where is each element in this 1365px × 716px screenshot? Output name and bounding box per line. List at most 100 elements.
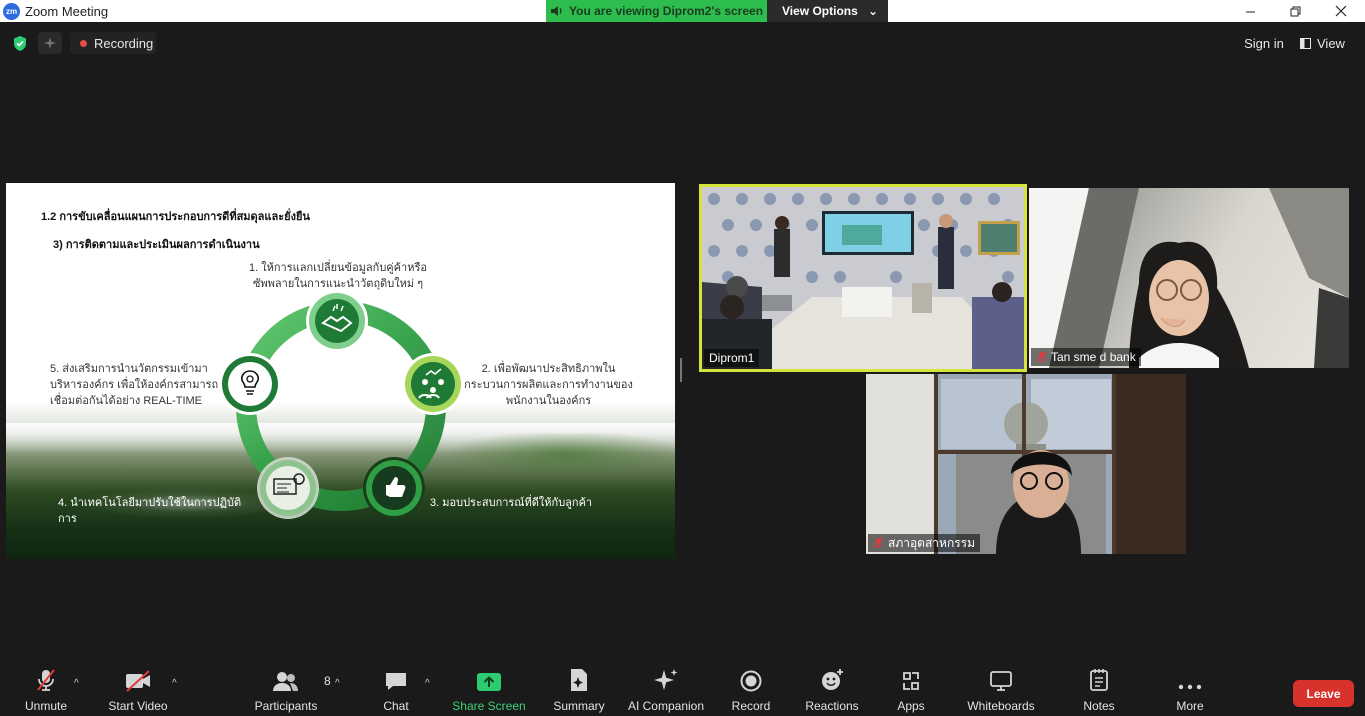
mic-muted-icon [873, 537, 884, 549]
conference-room-video [702, 187, 1024, 369]
slide-subheading: 3) การติดตามและประเมินผลการดำเนินงาน [53, 239, 260, 251]
slide-item-5-line1: 5. ส่งเสริมการนำนวัตกรรมเข้ามา [50, 363, 208, 375]
summary-icon [571, 669, 587, 691]
thumbs-up-icon [363, 457, 425, 519]
reactions-icon [822, 669, 843, 690]
summary-button[interactable]: Summary [550, 664, 608, 716]
shared-screen-slide: 1.2 การขับเคลื่อนแผนการประกอบการดีที่สมด… [6, 183, 675, 559]
view-options-button[interactable]: View Options ⌄ [767, 0, 888, 22]
slide-item-3: 3. มอบประสบการณ์ที่ดีให้กับลูกค้า [430, 495, 600, 511]
restore-icon [1290, 6, 1300, 16]
innovation-bulb-icon [219, 353, 281, 415]
chat-button[interactable]: Chat [372, 664, 420, 716]
participants-label: Participants [254, 699, 318, 713]
video-tile-tan-sme-d-bank[interactable]: Tan sme d bank [1029, 188, 1349, 368]
slide-item-5-line3: เชื่อมต่อกันได้อย่าง REAL-TIME [50, 395, 203, 407]
unmute-label: Unmute [24, 699, 68, 713]
reactions-label: Reactions [805, 699, 859, 713]
minimize-icon [1245, 11, 1255, 12]
participant-name-tag: Tan sme d bank [1031, 348, 1141, 366]
unmute-button[interactable]: Unmute [18, 664, 74, 716]
window-room-video [866, 374, 1186, 554]
technology-icon [257, 457, 319, 519]
whiteboards-button[interactable]: Whiteboards [962, 664, 1040, 716]
slide-item-2-line2: กระบวนการผลิตและการทำงานของ [464, 379, 633, 391]
slide-item-1-line1: 1. ให้การแลกเปลี่ยนข้อมูลกับคู่ค้าหรือ [249, 262, 427, 274]
screen-share-banner: You are viewing Diprom2's screen View Op… [546, 0, 888, 22]
more-icon [1178, 684, 1202, 690]
window-title: Zoom Meeting [25, 3, 109, 19]
participants-options-caret[interactable]: ^ [335, 678, 340, 689]
sign-in-button[interactable]: Sign in [1236, 32, 1292, 54]
apps-icon [903, 672, 919, 690]
video-tile-sapha-utsahakam[interactable]: สภาอุตสาหกรรม [866, 374, 1186, 554]
slide-item-4-line1: 4. นำเทคโนโลยีมาปรับใช้ในการปฏิบัติการ [58, 497, 242, 525]
whiteboard-icon [990, 671, 1012, 691]
share-screen-label: Share Screen [452, 699, 526, 713]
slide-item-3-line1: 3. มอบประสบการณ์ที่ดีให้กับลูกค้า [430, 497, 593, 509]
video-off-icon [126, 670, 150, 692]
recording-indicator[interactable]: Recording [70, 32, 156, 54]
view-grid-icon [1300, 37, 1311, 49]
participant-name: Tan sme d bank [1051, 350, 1136, 364]
ai-companion-label: AI Companion [627, 699, 705, 713]
audio-options-caret[interactable]: ^ [74, 678, 79, 689]
participants-button[interactable]: 8 Participants [250, 664, 331, 716]
slide-item-5-line2: บริหารองค์กร เพื่อให้องค์กรสามารถ [50, 379, 219, 391]
meeting-top-bar: Recording Sign in View [0, 22, 1365, 64]
minimize-button[interactable] [1227, 0, 1273, 22]
slide-item-2-line3: พนักงานในองค์กร [505, 395, 592, 407]
chat-options-caret[interactable]: ^ [425, 678, 430, 689]
sparkle-icon [44, 37, 56, 49]
view-options-label: View Options [782, 4, 858, 18]
leave-button[interactable]: Leave [1293, 680, 1354, 707]
reactions-button[interactable]: Reactions [802, 664, 862, 716]
notes-label: Notes [1083, 699, 1115, 713]
shield-icon[interactable] [12, 35, 28, 52]
slide-item-2-line1: 2. เพื่อพัฒนาประสิทธิภาพใน [481, 363, 616, 375]
title-bar: zm Zoom Meeting You are viewing Diprom2'… [0, 0, 1365, 22]
slide-heading: 1.2 การขับเคลื่อนแผนการประกอบการดีที่สมด… [41, 211, 310, 223]
viewing-screen-indicator: You are viewing Diprom2's screen [546, 0, 767, 22]
mic-muted-icon [37, 669, 55, 691]
car-interior-video [1029, 188, 1349, 368]
start-video-label: Start Video [108, 699, 168, 713]
chat-label: Chat [383, 699, 409, 713]
slide-item-1-line2: ซัพพลายในการแนะนำวัตถุดิบใหม่ ๆ [252, 278, 424, 290]
summary-label: Summary [553, 699, 605, 713]
ai-sparkle-button[interactable] [38, 32, 62, 54]
participant-name-tag: สภาอุตสาหกรรม [868, 534, 981, 552]
ai-companion-button[interactable]: AI Companion [624, 664, 708, 716]
notes-button[interactable]: Notes [1078, 664, 1120, 716]
record-dot-icon [80, 39, 87, 47]
teamwork-icon [402, 353, 464, 415]
chat-icon [386, 673, 406, 690]
start-video-button[interactable]: Start Video [104, 664, 172, 716]
slide-item-4: 4. นำเทคโนโลยีมาปรับใช้ในการปฏิบัติการ [58, 495, 258, 527]
zoom-meeting-window: zm Zoom Meeting You are viewing Diprom2'… [0, 0, 1365, 716]
share-screen-icon [477, 673, 501, 691]
more-label: More [1176, 699, 1204, 713]
close-button[interactable] [1318, 0, 1364, 22]
slide-item-2: 2. เพื่อพัฒนาประสิทธิภาพใน กระบวนการผลิต… [461, 361, 636, 409]
record-icon [740, 670, 762, 692]
participants-count: 8 [324, 674, 331, 688]
view-button[interactable]: View [1300, 32, 1356, 54]
participant-name: สภาอุตสาหกรรม [888, 535, 976, 550]
speaker-icon [551, 6, 562, 16]
more-button[interactable]: More [1168, 664, 1212, 716]
video-tile-diprom1[interactable]: Diprom1 [699, 184, 1027, 372]
share-screen-button[interactable]: Share Screen [452, 664, 526, 716]
split-divider-handle[interactable] [680, 358, 682, 382]
ai-companion-icon [654, 669, 678, 690]
apps-button[interactable]: Apps [892, 664, 930, 716]
cycle-diagram [219, 290, 464, 519]
record-label: Record [731, 699, 771, 713]
record-button[interactable]: Record [728, 664, 774, 716]
restore-button[interactable] [1272, 0, 1318, 22]
video-options-caret[interactable]: ^ [172, 678, 177, 689]
recording-label: Recording [94, 35, 154, 51]
apps-label: Apps [897, 699, 925, 713]
zoom-logo-icon: zm [3, 2, 20, 20]
chevron-down-icon: ⌄ [867, 4, 878, 18]
